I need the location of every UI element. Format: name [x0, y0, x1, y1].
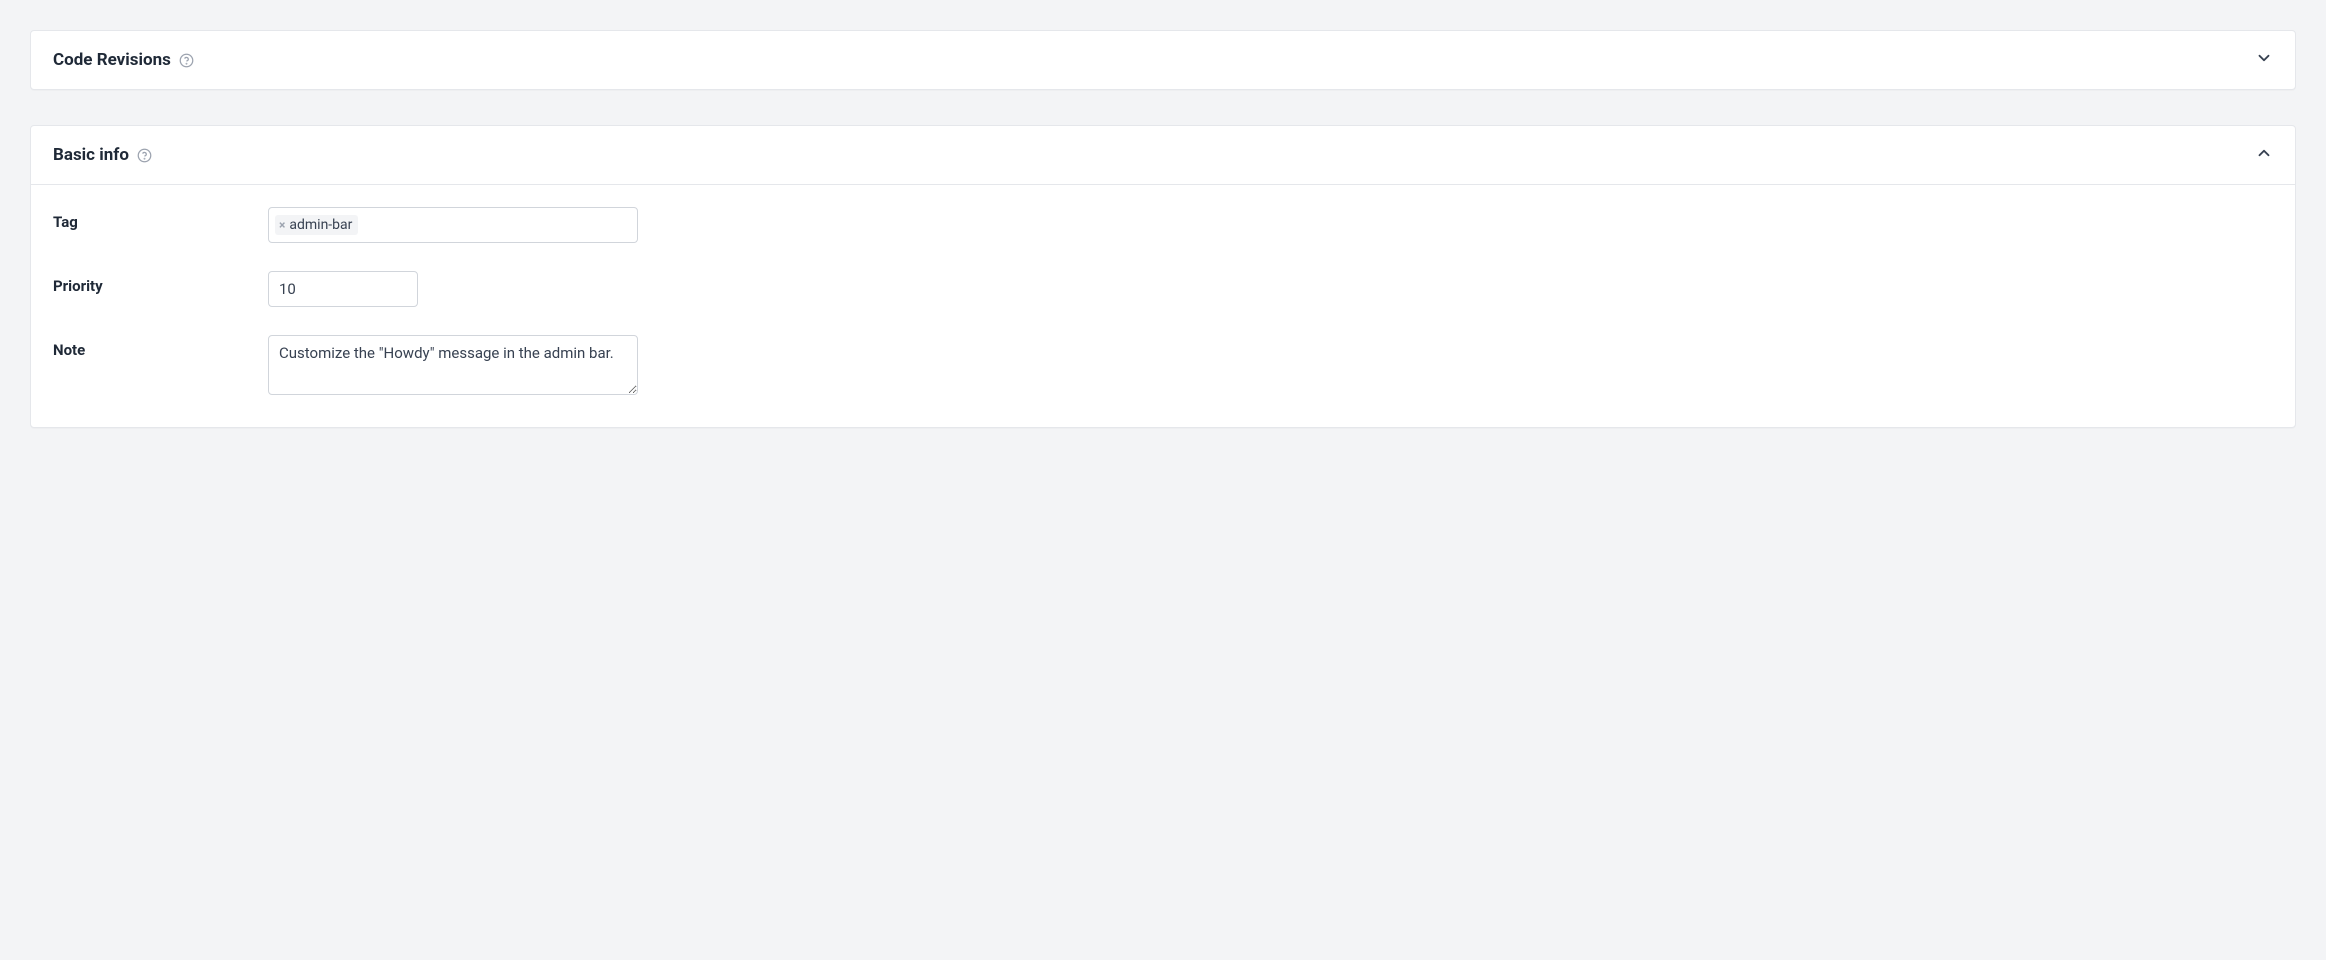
chevron-down-icon — [2255, 49, 2273, 71]
code-revisions-panel: Code Revisions — [30, 30, 2296, 90]
panel-header-left: Basic info — [53, 145, 153, 165]
tag-label: Tag — [53, 207, 268, 231]
priority-input[interactable] — [268, 271, 418, 307]
help-icon[interactable] — [137, 147, 153, 163]
priority-field-row: Priority — [53, 271, 2273, 307]
tag-input[interactable]: × admin-bar — [268, 207, 638, 243]
chevron-up-icon — [2255, 144, 2273, 166]
priority-label: Priority — [53, 271, 268, 295]
note-control — [268, 335, 638, 399]
code-revisions-header[interactable]: Code Revisions — [31, 31, 2295, 89]
tag-control: × admin-bar — [268, 207, 638, 243]
tag-field-row: Tag × admin-bar — [53, 207, 2273, 243]
note-label: Note — [53, 335, 268, 359]
help-icon[interactable] — [179, 52, 195, 68]
tag-remove-icon[interactable]: × — [279, 219, 285, 231]
panel-header-left: Code Revisions — [53, 50, 195, 70]
basic-info-body: Tag × admin-bar Priority Note — [31, 184, 2295, 427]
note-textarea[interactable] — [268, 335, 638, 395]
basic-info-title: Basic info — [53, 145, 129, 165]
tag-chip: × admin-bar — [275, 215, 358, 235]
priority-control — [268, 271, 418, 307]
code-revisions-title: Code Revisions — [53, 50, 171, 70]
basic-info-header[interactable]: Basic info — [31, 126, 2295, 184]
basic-info-panel: Basic info Tag × admin-bar — [30, 125, 2296, 428]
note-field-row: Note — [53, 335, 2273, 399]
tag-chip-label: admin-bar — [289, 217, 352, 233]
